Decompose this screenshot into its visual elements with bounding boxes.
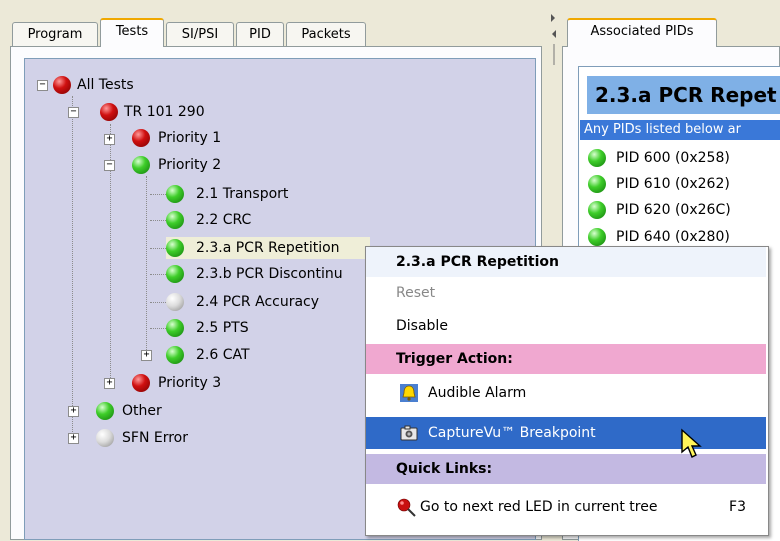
red-led-icon — [132, 374, 150, 392]
pid-label: PID 640 (0x280) — [616, 229, 730, 245]
menu-item-audible-alarm[interactable]: Audible Alarm — [366, 378, 766, 408]
tree-node-2-3b-pcr-discontinuity[interactable]: 2.3.b PCR Discontinu — [166, 263, 366, 285]
collapse-icon[interactable]: − — [104, 160, 115, 171]
tree-node-other[interactable]: Other — [84, 400, 224, 422]
tree-node-all-tests[interactable]: All Tests — [53, 74, 173, 96]
tree-node-label: 2.3.b PCR Discontinu — [196, 266, 343, 282]
menu-header: 2.3.a PCR Repetition — [366, 247, 766, 277]
tree-node-label: SFN Error — [122, 430, 188, 446]
green-led-icon — [588, 228, 606, 246]
green-led-icon — [588, 175, 606, 193]
test-title: 2.3.a PCR Repet — [587, 76, 780, 114]
test-description: Any PIDs listed below ar — [580, 120, 780, 140]
tree-node-sfn-error[interactable]: SFN Error — [84, 427, 244, 449]
tab-packets[interactable]: Packets — [286, 22, 366, 46]
tab-tests[interactable]: Tests — [100, 18, 164, 47]
tree-node-label: Priority 1 — [158, 130, 222, 146]
pid-label: PID 610 (0x262) — [616, 176, 730, 192]
tab-associated-pids[interactable]: Associated PIDs — [567, 18, 717, 47]
green-led-icon — [166, 185, 184, 203]
tree-node-2-6-cat[interactable]: 2.6 CAT — [166, 344, 366, 366]
expand-icon[interactable]: + — [104, 134, 115, 145]
tree-node-label: 2.6 CAT — [196, 347, 250, 363]
expand-icon[interactable]: + — [104, 378, 115, 389]
green-led-icon — [166, 265, 184, 283]
green-led-icon — [588, 149, 606, 167]
menu-item-label: Go to next red LED in current tree — [420, 499, 658, 515]
expand-icon[interactable]: + — [68, 406, 79, 417]
collapse-icon[interactable]: − — [68, 107, 79, 118]
white-led-icon — [96, 429, 114, 447]
tree-node-priority-1[interactable]: Priority 1 — [118, 127, 258, 149]
green-led-icon — [132, 156, 150, 174]
green-led-icon — [166, 239, 184, 257]
green-led-icon — [166, 211, 184, 229]
tree-node-label: 2.5 PTS — [196, 320, 249, 336]
green-led-icon — [588, 201, 606, 219]
tree-node-2-1-transport[interactable]: 2.1 Transport — [166, 183, 366, 205]
pid-label: PID 600 (0x258) — [616, 150, 730, 166]
tree-node-priority-2[interactable]: Priority 2 — [118, 154, 258, 176]
tree-node-label: Other — [122, 403, 162, 419]
menu-item-reset[interactable]: Reset — [366, 278, 766, 308]
menu-item-label: CaptureVu™ Breakpoint — [428, 425, 596, 441]
menu-item-capturevu-breakpoint[interactable]: CaptureVu™ Breakpoint — [366, 417, 766, 449]
mouse-cursor-icon — [681, 428, 702, 458]
splitter-arrows-icon — [551, 14, 556, 65]
green-led-icon — [96, 402, 114, 420]
green-led-icon — [166, 319, 184, 337]
context-menu: 2.3.a PCR Repetition Reset Disable Trigg… — [365, 246, 769, 536]
red-led-icon — [100, 103, 118, 121]
menu-item-disable[interactable]: Disable — [366, 311, 766, 341]
red-led-icon — [53, 76, 71, 94]
tree-node-2-4-pcr-accuracy[interactable]: 2.4 PCR Accuracy — [166, 291, 366, 313]
tree-node-label: 2.1 Transport — [196, 186, 289, 202]
tree-line — [146, 176, 147, 356]
tree-line — [72, 96, 73, 440]
tree-node-2-3a-pcr-repetition[interactable]: 2.3.a PCR Repetition — [166, 237, 370, 259]
menu-section-trigger-action: Trigger Action: — [366, 344, 766, 374]
tree-node-2-2-crc[interactable]: 2.2 CRC — [166, 209, 366, 231]
menu-item-next-red-led[interactable]: Go to next red LED in current tree F3 — [366, 487, 766, 527]
tab-si-psi[interactable]: SI/PSI — [166, 22, 234, 46]
tree-node-label: Priority 2 — [158, 157, 222, 173]
expand-icon[interactable]: + — [68, 433, 79, 444]
tree-node-label: TR 101 290 — [124, 104, 205, 120]
tree-node-priority-3[interactable]: Priority 3 — [118, 372, 258, 394]
tree-node-label: Priority 3 — [158, 375, 222, 391]
tree-node-2-5-pts[interactable]: 2.5 PTS — [166, 317, 366, 339]
bell-icon — [400, 384, 418, 402]
red-led-icon — [132, 129, 150, 147]
menu-item-shortcut: F3 — [729, 499, 746, 515]
tab-pid[interactable]: PID — [236, 22, 284, 46]
white-led-icon — [166, 293, 184, 311]
green-led-icon — [166, 346, 184, 364]
camera-icon — [400, 425, 418, 441]
tree-node-tr101290[interactable]: TR 101 290 — [84, 101, 224, 123]
tree-node-label: 2.2 CRC — [196, 212, 252, 228]
tree-node-label: 2.4 PCR Accuracy — [196, 294, 320, 310]
tree-node-label: 2.3.a PCR Repetition — [196, 240, 340, 256]
tree-node-label: All Tests — [77, 77, 134, 93]
red-pin-icon — [397, 498, 416, 517]
tab-program[interactable]: Program — [12, 22, 98, 46]
pid-label: PID 620 (0x26C) — [616, 202, 731, 218]
collapse-icon[interactable]: − — [37, 80, 48, 91]
menu-section-quick-links: Quick Links: — [366, 454, 766, 484]
expand-icon[interactable]: + — [141, 350, 152, 361]
menu-item-label: Audible Alarm — [428, 385, 527, 401]
